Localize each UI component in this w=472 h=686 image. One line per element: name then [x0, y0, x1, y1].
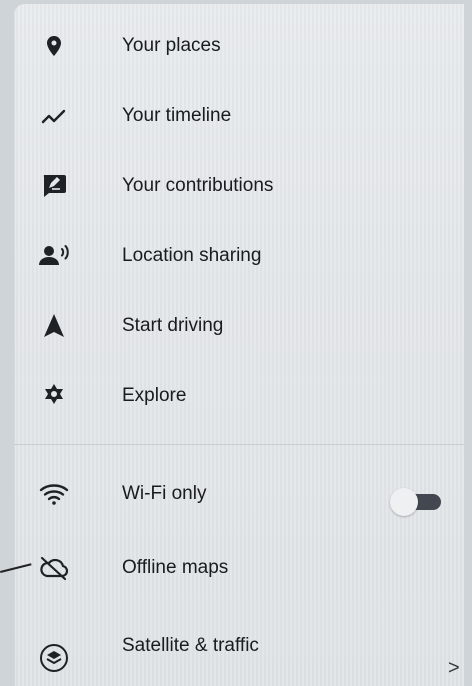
- menu-item-start-driving[interactable]: Start driving: [14, 298, 464, 354]
- menu-item-satellite-traffic[interactable]: Satellite & traffic >: [14, 630, 464, 686]
- menu-item-label: Location sharing: [122, 245, 262, 266]
- cloud-off-icon: [34, 548, 74, 588]
- wifi-only-toggle[interactable]: [390, 486, 442, 516]
- timeline-icon: [34, 96, 74, 136]
- toggle-thumb: [390, 488, 418, 516]
- menu-item-label: Your places: [122, 35, 221, 56]
- menu-item-offline-maps[interactable]: Offline maps: [14, 540, 464, 596]
- menu-item-label: Satellite & traffic: [122, 635, 259, 656]
- location-sharing-icon: [34, 236, 74, 276]
- menu-item-label: Start driving: [122, 315, 224, 336]
- menu-item-label: Your contributions: [122, 175, 274, 196]
- menu-item-label: Wi-Fi only: [122, 483, 207, 504]
- explore-icon: [34, 376, 74, 416]
- menu-item-explore[interactable]: Explore: [14, 368, 464, 424]
- location-pin-icon: [34, 26, 74, 66]
- menu-item-label: Explore: [122, 385, 187, 406]
- menu-item-label: Offline maps: [122, 557, 229, 578]
- menu-item-your-contributions[interactable]: Your contributions: [14, 158, 464, 214]
- menu-item-your-places[interactable]: Your places: [14, 18, 464, 74]
- menu-item-label: Your timeline: [122, 105, 232, 126]
- divider: [14, 444, 464, 445]
- layers-icon: [34, 638, 74, 678]
- menu-item-wifi-only[interactable]: Wi-Fi only: [14, 466, 464, 522]
- wifi-icon: [34, 474, 74, 514]
- chevron-right-icon: >: [448, 657, 460, 679]
- menu-item-your-timeline[interactable]: Your timeline: [14, 88, 464, 144]
- navigation-arrow-icon: [34, 306, 74, 346]
- device-frame: Your places Your timeline Your contribut…: [0, 0, 472, 686]
- navigation-drawer: Your places Your timeline Your contribut…: [14, 4, 464, 686]
- menu-item-location-sharing[interactable]: Location sharing: [14, 228, 464, 284]
- contributions-icon: [34, 166, 74, 206]
